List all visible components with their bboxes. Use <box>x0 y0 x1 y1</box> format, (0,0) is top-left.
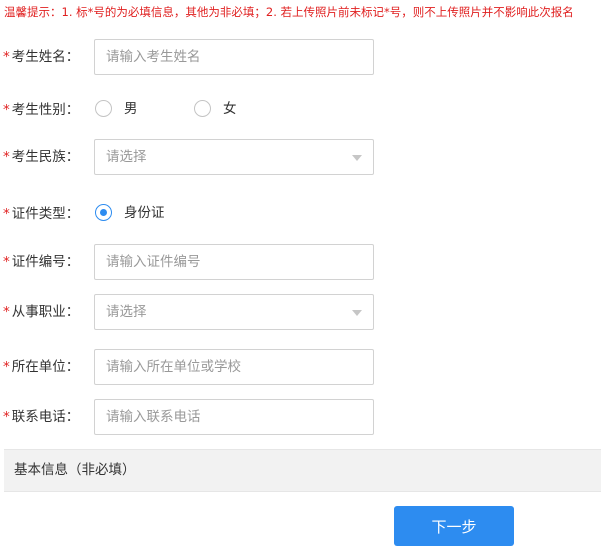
name-row: * 考生姓名： <box>0 39 601 75</box>
occupation-row: * 从事职业： 请选择 <box>0 294 601 330</box>
required-mark: * <box>3 206 10 222</box>
id-type-option-idcard: 身份证 <box>124 205 165 221</box>
id-type-row: * 证件类型： 身份证 <box>0 196 601 232</box>
ethnicity-select[interactable]: 请选择 <box>94 139 374 175</box>
caret-down-icon <box>352 310 362 316</box>
phone-field <box>94 399 374 435</box>
id-type-label-text: 证件类型： <box>11 206 80 222</box>
id-number-field <box>94 244 374 280</box>
required-mark: * <box>3 149 10 165</box>
id-number-label: * 证件编号： <box>3 244 79 280</box>
employer-label: * 所在单位： <box>3 349 79 385</box>
ethnicity-label-text: 考生民族： <box>11 149 80 165</box>
gender-option-female: 女 <box>223 101 237 117</box>
gender-option-male: 男 <box>124 101 138 117</box>
ethnicity-select-value: 请选择 <box>106 149 147 165</box>
phone-input[interactable] <box>95 400 356 434</box>
radio-circle-checked[interactable] <box>95 204 112 221</box>
phone-row: * 联系电话： <box>0 399 601 435</box>
basic-info-section-title: 基本信息（非必填） <box>14 462 136 478</box>
required-mark: * <box>3 409 10 425</box>
required-mark: * <box>3 102 10 118</box>
gender-row: * 考生性别： 男 女 <box>0 92 601 128</box>
name-input[interactable] <box>95 40 356 74</box>
occupation-select[interactable]: 请选择 <box>94 294 374 330</box>
radio-circle[interactable] <box>95 100 112 117</box>
phone-label: * 联系电话： <box>3 399 79 435</box>
occupation-label-text: 从事职业： <box>11 304 80 320</box>
ethnicity-row: * 考生民族： 请选择 <box>0 139 601 175</box>
phone-label-text: 联系电话： <box>11 409 80 425</box>
employer-row: * 所在单位： <box>0 349 601 385</box>
caret-down-icon <box>352 155 362 161</box>
ethnicity-label: * 考生民族： <box>3 139 79 175</box>
required-mark: * <box>3 49 10 65</box>
radio-circle[interactable] <box>194 100 211 117</box>
name-label-text: 考生姓名： <box>11 49 80 65</box>
name-field <box>94 39 374 75</box>
id-number-input[interactable] <box>95 245 356 279</box>
id-number-row: * 证件编号： <box>0 244 601 280</box>
required-mark: * <box>3 304 10 320</box>
notice-text: 温馨提示：1. 标*号的为必填信息，其他为非必填；2. 若上传照片前未标记*号，… <box>4 5 574 19</box>
employer-label-text: 所在单位： <box>11 359 80 375</box>
required-mark: * <box>3 359 10 375</box>
basic-info-section-header[interactable]: 基本信息（非必填） <box>4 449 601 492</box>
occupation-select-value: 请选择 <box>106 304 147 320</box>
occupation-label: * 从事职业： <box>3 294 79 330</box>
id-type-label: * 证件类型： <box>3 196 79 232</box>
name-label: * 考生姓名： <box>3 39 79 75</box>
next-button[interactable]: 下一步 <box>394 506 514 546</box>
employer-input[interactable] <box>95 350 356 384</box>
id-number-label-text: 证件编号： <box>11 254 80 270</box>
employer-field <box>94 349 374 385</box>
gender-label-text: 考生性别： <box>11 102 80 118</box>
required-mark: * <box>3 254 10 270</box>
gender-label: * 考生性别： <box>3 92 79 128</box>
